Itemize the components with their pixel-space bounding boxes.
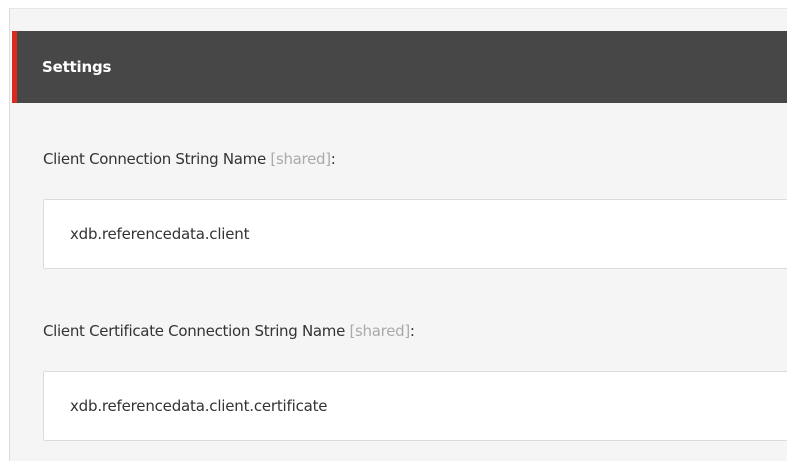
client-certificate-connection-string-input[interactable]: xdb.referencedata.client.certificate <box>43 371 787 441</box>
field-label-text: Client Connection String Name <box>43 150 266 168</box>
section-title: Settings <box>42 58 112 76</box>
client-certificate-connection-string-label: Client Certificate Connection String Nam… <box>43 322 415 340</box>
field-label-text: Client Certificate Connection String Nam… <box>43 322 346 340</box>
shared-tag: [shared] <box>270 150 331 168</box>
field-value: xdb.referencedata.client.certificate <box>70 397 328 415</box>
client-connection-string-label: Client Connection String Name [shared]: <box>43 150 336 168</box>
settings-section-header[interactable]: Settings <box>12 31 787 103</box>
field-value: xdb.referencedata.client <box>70 225 250 243</box>
label-colon: : <box>409 322 415 340</box>
label-colon: : <box>330 150 336 168</box>
client-connection-string-input[interactable]: xdb.referencedata.client <box>43 199 787 269</box>
shared-tag: [shared] <box>349 322 410 340</box>
